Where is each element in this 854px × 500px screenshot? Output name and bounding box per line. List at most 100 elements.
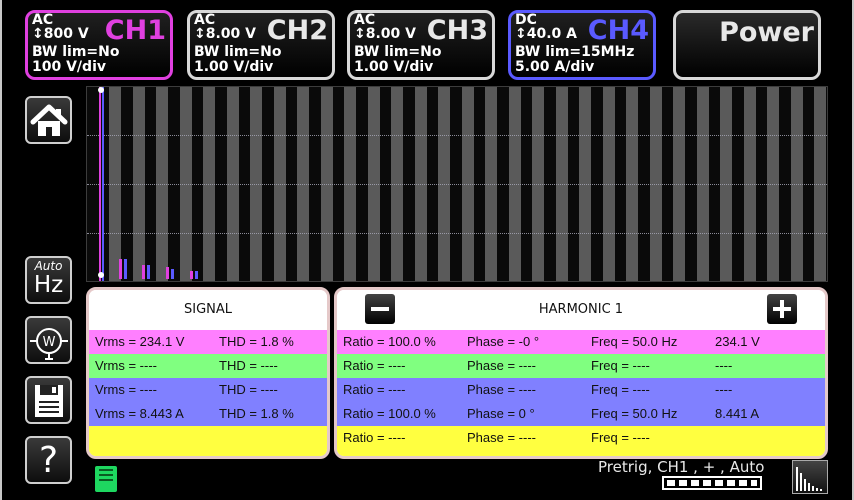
- harmonic-row-5: Ratio = ---- Phase = ---- Freq = ----: [337, 426, 825, 456]
- ch1-button[interactable]: AC ↕800 V BW lim=No 100 V/div CH1: [25, 10, 173, 80]
- ch4-button[interactable]: DC ↕40.0 A BW lim=15MHz 5.00 A/div CH4: [508, 10, 656, 80]
- help-button[interactable]: ?: [25, 436, 72, 484]
- harmonic-title: HARMONIC 1: [538, 302, 624, 317]
- ch3-label: CH3: [426, 15, 488, 46]
- ch3-button[interactable]: AC ↕8.00 V BW lim=No 1.00 V/div CH3: [347, 10, 495, 80]
- battery-segment: [727, 480, 735, 486]
- battery-segment: [751, 480, 757, 486]
- freq-value: Freq = ----: [591, 430, 650, 445]
- ch4-range: ↕40.0 A: [515, 26, 577, 42]
- sd-card-icon: [95, 466, 117, 492]
- ch2-button[interactable]: AC ↕8.00 V BW lim=No 1.00 V/div CH2: [187, 10, 335, 80]
- signal-row-1: Vrms = 234.1 V THD = 1.8 %: [89, 330, 327, 354]
- vrms-value: Vrms = 8.443 A: [95, 406, 184, 421]
- harmonic-bar: [171, 269, 174, 279]
- sd-card-stripe: [99, 474, 113, 476]
- signal-header: SIGNAL: [89, 290, 327, 330]
- ch1-bw: BW lim=No: [32, 44, 120, 60]
- harmonic-panel: HARMONIC 1 Ratio = 100.0 % Phase = -0 ° …: [334, 287, 828, 459]
- thd-value: THD = ----: [219, 358, 278, 373]
- cursor-line-ch4[interactable]: [102, 87, 104, 281]
- ratio-value: Ratio = ----: [343, 358, 406, 373]
- signal-row-5: [89, 426, 327, 456]
- signal-row-2: Vrms = ---- THD = ----: [89, 354, 327, 378]
- harmonic-row-4: Ratio = 100.0 % Phase = 0 ° Freq = 50.0 …: [337, 402, 825, 426]
- ch4-bw: BW lim=15MHz: [515, 44, 635, 60]
- power-measure-button[interactable]: W: [25, 316, 72, 364]
- cursor-line-ch1[interactable]: [99, 87, 101, 281]
- ratio-value: Ratio = ----: [343, 430, 406, 445]
- watt-icon: W: [29, 328, 68, 360]
- battery-segment: [715, 480, 723, 486]
- power-label: Power: [719, 17, 814, 48]
- auto-label: Auto: [34, 259, 63, 273]
- battery-segment: [679, 480, 687, 486]
- grid-line: [87, 135, 827, 136]
- ratio-value: Ratio = ----: [343, 382, 406, 397]
- phase-value: Phase = ----: [467, 430, 536, 445]
- ch2-label: CH2: [266, 15, 328, 46]
- ch1-scale: 100 V/div: [32, 59, 106, 75]
- cursor-bottom-marker: [98, 272, 104, 278]
- ch4-label: CH4: [587, 15, 649, 46]
- memory-button[interactable]: [25, 376, 72, 424]
- freq-value: Freq = 50.0 Hz: [591, 406, 678, 421]
- battery-segment: [691, 480, 699, 486]
- grid-line: [87, 233, 827, 234]
- ch4-scale: 5.00 A/div: [515, 59, 595, 75]
- harmonic-bar: [124, 259, 127, 279]
- battery-segment: [667, 480, 675, 486]
- ratio-value: Ratio = 100.0 %: [343, 334, 436, 349]
- sd-card-stripe: [99, 469, 113, 471]
- ch2-range: ↕8.00 V: [194, 26, 256, 42]
- plus-icon-vertical: [780, 300, 784, 318]
- auto-hz-button[interactable]: Auto Hz: [25, 256, 72, 304]
- ch2-scale: 1.00 V/div: [194, 59, 274, 75]
- signal-title: SIGNAL: [183, 302, 233, 317]
- phase-value: Phase = -0 °: [467, 334, 540, 349]
- harmonic-bar: [142, 265, 145, 279]
- harmonic-spectrum[interactable]: [86, 86, 828, 282]
- harmonic-header: HARMONIC 1: [337, 290, 825, 330]
- phase-value: Phase = 0 °: [467, 406, 535, 421]
- harmonic-row-1: Ratio = 100.0 % Phase = -0 ° Freq = 50.0…: [337, 330, 825, 354]
- spectrum-icon: [796, 467, 822, 491]
- ch3-range: ↕8.00 V: [354, 26, 416, 42]
- harmonic-amplitude: 8.441 A: [715, 406, 760, 421]
- harmonic-bar: [166, 267, 169, 279]
- battery-indicator: [662, 476, 762, 490]
- signal-row-3: Vrms = ---- THD = ----: [89, 378, 327, 402]
- harmonic-row-3: Ratio = ---- Phase = ---- Freq = ---- --…: [337, 378, 825, 402]
- ch2-bw: BW lim=No: [194, 44, 282, 60]
- harmonic-bar: [147, 265, 150, 279]
- home-icon: [30, 104, 67, 136]
- harmonic-row-2: Ratio = ---- Phase = ---- Freq = ---- --…: [337, 354, 825, 378]
- harmonic-amplitude: ----: [715, 358, 733, 373]
- power-button[interactable]: Power: [673, 10, 821, 80]
- thd-value: THD = ----: [219, 382, 278, 397]
- ch1-range: ↕800 V: [32, 26, 89, 42]
- vrms-value: Vrms = 234.1 V: [95, 334, 185, 349]
- thd-value: THD = 1.8 %: [219, 406, 294, 421]
- phase-value: Phase = ----: [467, 358, 536, 373]
- harmonic-bar: [119, 259, 122, 279]
- cursor-top-marker: [98, 87, 104, 93]
- vrms-value: Vrms = ----: [95, 358, 157, 373]
- harmonic-plus-button[interactable]: [767, 294, 797, 324]
- phase-value: Phase = ----: [467, 382, 536, 397]
- hz-label: Hz: [33, 272, 64, 298]
- signal-row-4: Vrms = 8.443 A THD = 1.8 %: [89, 402, 327, 426]
- ch3-scale: 1.00 V/div: [354, 59, 434, 75]
- spectrum-thumbnail-button[interactable]: [792, 460, 828, 494]
- svg-text:W: W: [42, 335, 55, 350]
- harmonic-bar: [195, 271, 198, 279]
- harmonic-amplitude: ----: [715, 382, 733, 397]
- freq-value: Freq = 50.0 Hz: [591, 334, 678, 349]
- memory-card-icon: [34, 385, 63, 417]
- sd-card-stripe: [99, 479, 113, 481]
- grid-line: [87, 184, 827, 185]
- help-icon: ?: [38, 440, 59, 481]
- home-button[interactable]: [25, 96, 72, 144]
- battery-segment: [703, 480, 711, 486]
- freq-value: Freq = ----: [591, 358, 650, 373]
